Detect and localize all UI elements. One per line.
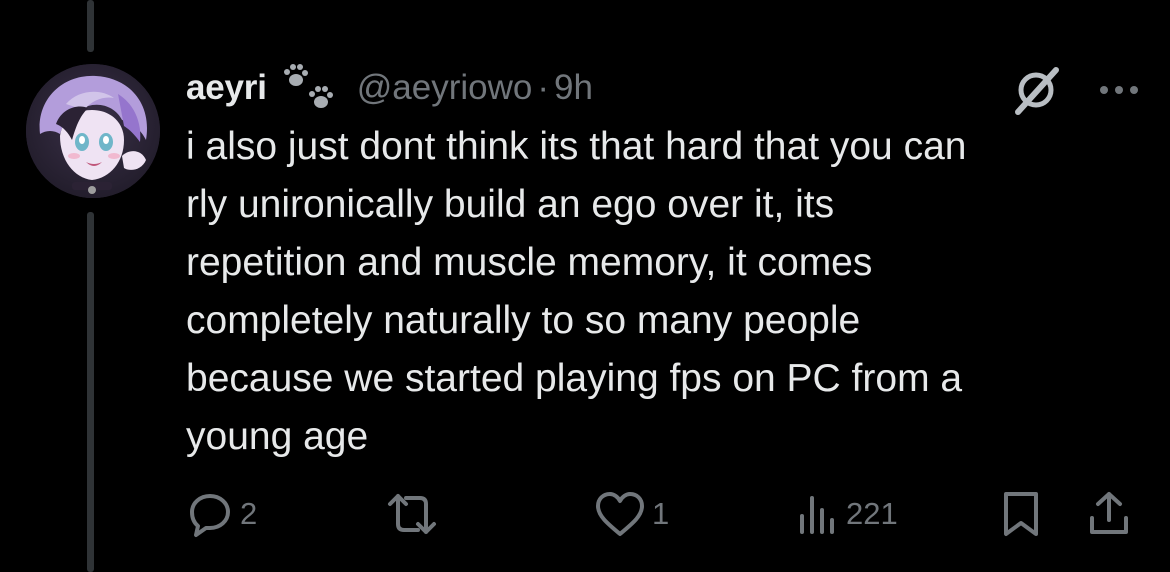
separator-dot: ·: [537, 68, 550, 107]
handle[interactable]: @aeyriowo: [357, 68, 533, 108]
views-icon: [800, 496, 834, 534]
grok-icon[interactable]: [1008, 62, 1098, 118]
paw-prints-icon: [279, 62, 337, 114]
display-name[interactable]: aeyri: [186, 68, 267, 108]
share-icon: [1090, 492, 1128, 534]
reply-icon: [190, 494, 230, 537]
thread-line: [87, 0, 94, 52]
tweet-text-line: because we started playing fps on PC fro…: [186, 357, 963, 400]
heart-icon: [596, 492, 644, 536]
timestamp[interactable]: 9h: [554, 68, 593, 108]
tweet-actions-bar: 2 1 221: [0, 488, 1170, 540]
tweet-text-line: rly unironically build an ego over it, i…: [186, 183, 835, 226]
repost-button[interactable]: [384, 488, 440, 540]
bookmark-button[interactable]: [1000, 488, 1042, 540]
tweet-header: aeyri @aeyriowo · 9h: [186, 60, 593, 116]
repost-icon: [388, 494, 436, 534]
tweet-top-actions: [1008, 62, 1140, 118]
avatar[interactable]: [26, 64, 160, 198]
share-button[interactable]: [1086, 488, 1132, 540]
like-count: 1: [652, 496, 670, 531]
tweet-text-line: completely naturally to so many people: [186, 299, 861, 342]
reply-count: 2: [240, 496, 258, 531]
tweet-text-line: young age: [186, 415, 369, 458]
tweet-text-line: i also just dont think its that hard tha…: [186, 125, 967, 168]
bookmark-icon: [1004, 492, 1038, 536]
tweet-text-line: repetition and muscle memory, it comes: [186, 241, 873, 284]
tweet-text: i also just dont think its that hard tha…: [186, 118, 1146, 466]
avatar-image: [26, 64, 160, 198]
views-button[interactable]: 221: [796, 488, 898, 540]
like-button[interactable]: 1: [594, 488, 669, 540]
more-icon[interactable]: [1098, 82, 1140, 98]
reply-button[interactable]: 2: [186, 488, 257, 540]
views-count: 221: [846, 496, 898, 531]
